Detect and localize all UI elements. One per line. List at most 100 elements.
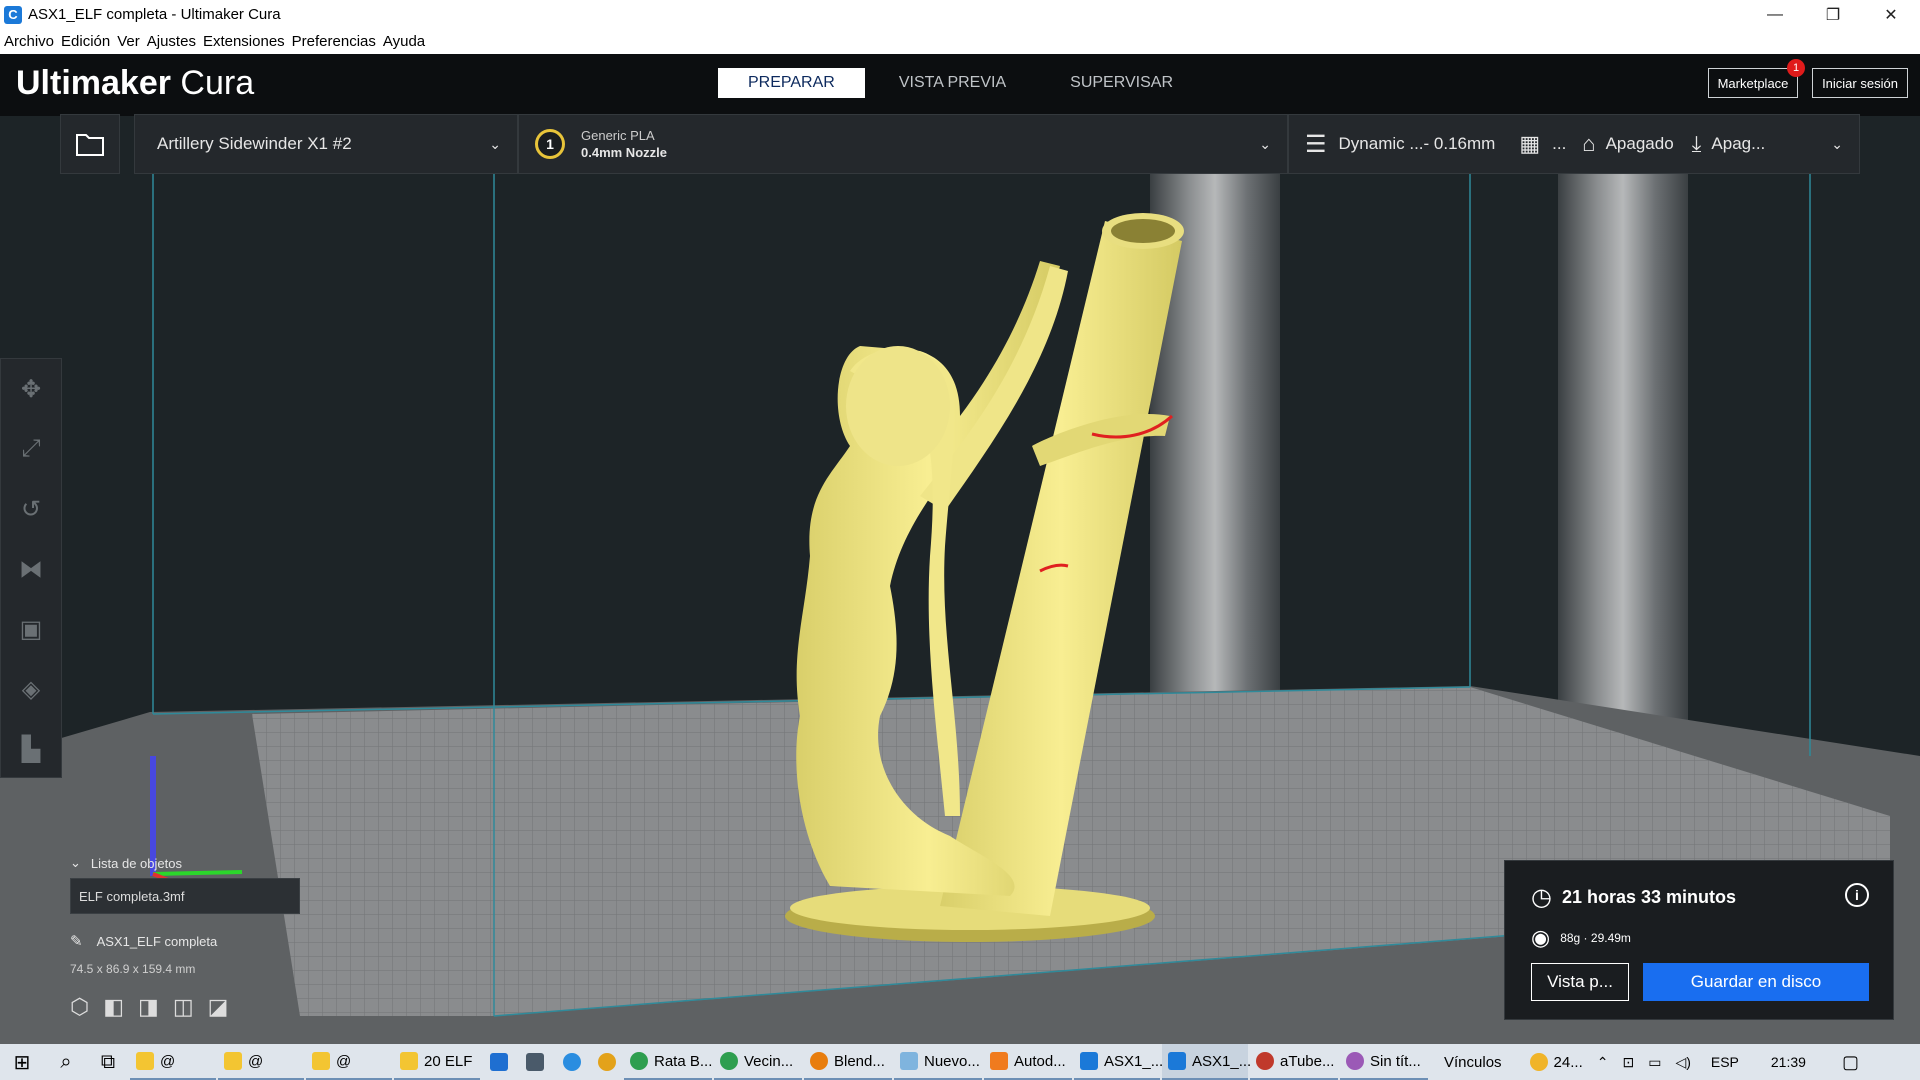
folder-icon: [224, 1052, 242, 1070]
view-3d-icon[interactable]: ⬡: [70, 994, 89, 1020]
taskbar-item-folder-4[interactable]: 20 ELF: [394, 1044, 480, 1080]
taskbar-item-chrome-1[interactable]: Rata B...: [624, 1044, 712, 1080]
menu-ver[interactable]: Ver: [117, 33, 140, 50]
battery-icon[interactable]: ▭: [1642, 1044, 1667, 1080]
open-file-button[interactable]: [60, 114, 120, 174]
menu-bar: Archivo Edición Ver Ajustes Extensiones …: [0, 29, 1920, 54]
tab-preparar[interactable]: PREPARAR: [718, 68, 865, 98]
atube-icon: [1256, 1052, 1274, 1070]
chevron-down-icon: ⌄: [70, 855, 81, 870]
model-name: ASX1_ELF completa: [96, 933, 218, 949]
links-toolbar[interactable]: Vínculos: [1438, 1044, 1508, 1080]
mirror-tool-icon[interactable]: ⧓: [1, 539, 61, 599]
ultimaker-cura-logo: Ultimaker Cura: [16, 64, 254, 103]
volume-icon[interactable]: ◁): [1669, 1044, 1696, 1080]
menu-preferencias[interactable]: Preferencias: [292, 33, 376, 50]
view-top-icon[interactable]: ◨: [138, 994, 159, 1020]
minimize-button[interactable]: —: [1746, 0, 1804, 29]
network-icon[interactable]: ⊡: [1616, 1044, 1640, 1080]
app-header: Ultimaker Cura PREPARAR VISTA PREVIA SUP…: [0, 54, 1920, 116]
preview-button[interactable]: Vista p...: [1531, 963, 1629, 1001]
taskbar-item-blender[interactable]: Blend...: [804, 1044, 892, 1080]
taskbar-item-cura-1[interactable]: ASX1_...: [1074, 1044, 1163, 1080]
weather-widget[interactable]: 24...: [1524, 1044, 1589, 1080]
mail-icon[interactable]: [482, 1044, 516, 1080]
info-icon[interactable]: i: [1845, 883, 1869, 907]
menu-ajustes[interactable]: Ajustes: [147, 33, 196, 50]
support-blocker-icon[interactable]: ◈: [1, 659, 61, 719]
pencil-icon[interactable]: ✎: [70, 932, 83, 950]
extruder-selector[interactable]: 1 Generic PLA 0.4mm Nozzle ⌄: [518, 114, 1288, 174]
calculator-icon[interactable]: [518, 1044, 552, 1080]
taskbar-item-folder-2[interactable]: @: [218, 1044, 304, 1080]
cortana-icon[interactable]: [554, 1044, 590, 1080]
task-view-icon[interactable]: ⧉: [88, 1044, 128, 1080]
menu-ayuda[interactable]: Ayuda: [383, 33, 425, 50]
list-item[interactable]: ELF completa.3mf: [70, 878, 300, 914]
printer-selector[interactable]: Artillery Sidewinder X1 #2 ⌄: [134, 114, 518, 174]
tab-vista-previa[interactable]: VISTA PREVIA: [869, 68, 1036, 98]
menu-edicion[interactable]: Edición: [61, 33, 110, 50]
mail-app-icon: [490, 1053, 508, 1071]
object-list-toggle[interactable]: ⌄ Lista de objetos: [70, 852, 320, 874]
lay-flat-icon[interactable]: ▙: [1, 719, 61, 779]
taskbar-item-autodesk[interactable]: Autod...: [984, 1044, 1072, 1080]
taskbar-label: Blend...: [834, 1052, 885, 1070]
logo-light: Cura: [180, 64, 255, 102]
move-tool-icon[interactable]: ✥: [1, 359, 61, 419]
taskbar-label: @: [160, 1052, 176, 1070]
view-left-icon[interactable]: ◫: [173, 994, 194, 1020]
cura-app-icon: C: [4, 5, 22, 24]
taskbar-item-atube[interactable]: aTube...: [1250, 1044, 1338, 1080]
taskbar-label: Rata B...: [654, 1052, 713, 1070]
taskbar-label: Vecin...: [744, 1052, 794, 1070]
taskbar-item-notepad[interactable]: Nuevo...: [894, 1044, 982, 1080]
adhesion-value: Apagado: [1605, 134, 1674, 153]
notifications-icon[interactable]: ▢: [1836, 1044, 1865, 1080]
close-button[interactable]: ✕: [1862, 0, 1920, 29]
save-to-disk-button[interactable]: Guardar en disco: [1643, 963, 1869, 1001]
scale-tool-icon[interactable]: ⤢: [1, 419, 61, 479]
taskbar-label: @: [336, 1052, 352, 1070]
extruder-badge: 1: [535, 129, 565, 159]
windows-start-icon[interactable]: ⊞: [0, 1044, 44, 1080]
print-time: 21 horas 33 minutos: [1561, 887, 1737, 907]
language-indicator[interactable]: ESP: [1705, 1044, 1745, 1080]
taskbar-item-cura-2[interactable]: ASX1_...: [1162, 1044, 1251, 1080]
download-icon: ⤓: [1691, 131, 1702, 156]
left-toolbar: ✥ ⤢ ↺ ⧓ ▣ ◈ ▙: [0, 358, 62, 778]
logo-bold: Ultimaker: [16, 64, 171, 102]
taskbar-item-chrome-2[interactable]: Vecin...: [714, 1044, 802, 1080]
menu-archivo[interactable]: Archivo: [4, 33, 54, 50]
material-name: Generic PLA: [581, 128, 655, 143]
view-right-icon[interactable]: ◪: [208, 994, 229, 1020]
taskbar-label: Nuevo...: [924, 1052, 980, 1070]
maximize-button[interactable]: ❐: [1804, 0, 1862, 29]
calculator-app-icon: [526, 1053, 544, 1071]
print-settings-selector[interactable]: ☰ Dynamic ...- 0.16mm ▦ ... ⌂ Apagado ⤓ …: [1288, 114, 1860, 174]
object-list-panel: ⌄ Lista de objetos ELF completa.3mf ✎ AS…: [70, 852, 320, 1020]
print-info-panel: ◷ 21 horas 33 minutos i ◉ 88g · 29.49m V…: [1504, 860, 1894, 1020]
chrome-icon[interactable]: [592, 1044, 622, 1080]
taskbar-item-paint[interactable]: Sin tít...: [1340, 1044, 1428, 1080]
clock[interactable]: 21:39: [1765, 1044, 1812, 1080]
taskbar-label: aTube...: [1280, 1052, 1335, 1070]
adhesion-icon: ⌂: [1582, 131, 1596, 156]
taskbar-item-folder-3[interactable]: @: [306, 1044, 392, 1080]
tab-supervisar[interactable]: SUPERVISAR: [1040, 68, 1203, 98]
chrome-icon: [720, 1052, 738, 1070]
chevron-up-icon[interactable]: ⌃: [1591, 1044, 1615, 1080]
folder-icon: [136, 1052, 154, 1070]
rotate-tool-icon[interactable]: ↺: [1, 479, 61, 539]
per-model-settings-icon[interactable]: ▣: [1, 599, 61, 659]
view-front-icon[interactable]: ◧: [103, 994, 124, 1020]
machine-settings-bar: Artillery Sidewinder X1 #2 ⌄ 1 Generic P…: [60, 114, 1860, 174]
signin-button[interactable]: Iniciar sesión: [1812, 68, 1908, 98]
search-icon[interactable]: ⌕: [46, 1044, 86, 1080]
menu-extensiones[interactable]: Extensiones: [203, 33, 285, 50]
taskbar-label: 20 ELF: [424, 1052, 473, 1070]
folder-icon: [400, 1052, 418, 1070]
marketplace-button[interactable]: Marketplace 1: [1708, 59, 1805, 98]
notepad-icon: [900, 1052, 918, 1070]
taskbar-item-folder-1[interactable]: @: [130, 1044, 216, 1080]
